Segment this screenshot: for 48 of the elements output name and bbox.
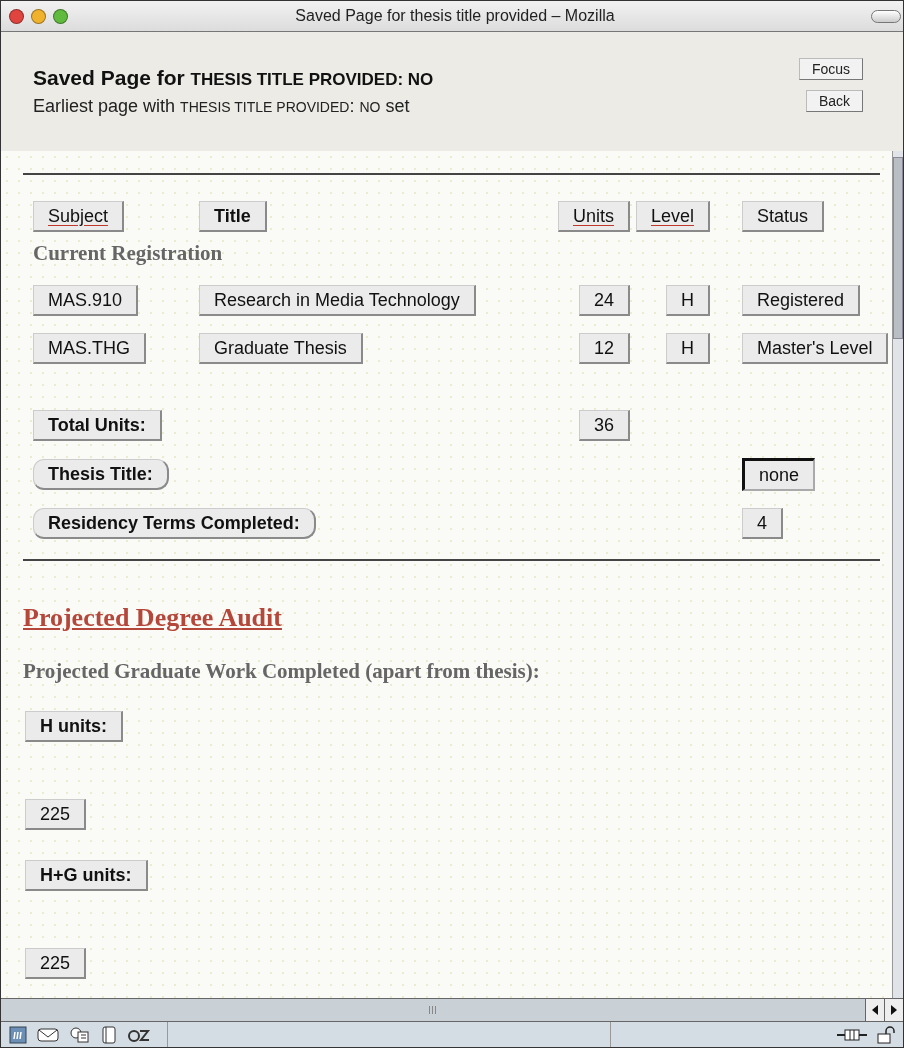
column-sort-button[interactable]: Title: [199, 201, 267, 232]
summary-value[interactable]: none: [742, 458, 816, 491]
audit-label[interactable]: H+G units:: [25, 860, 148, 891]
toolbar-toggle-icon[interactable]: [871, 10, 901, 23]
table-cell[interactable]: Registered: [742, 285, 861, 316]
address-book-icon[interactable]: [101, 1025, 117, 1044]
section-title: Current Registration: [33, 241, 224, 266]
table-cell[interactable]: H: [666, 333, 710, 364]
vertical-scrollbar[interactable]: [892, 151, 903, 998]
summary-value[interactable]: 4: [742, 508, 783, 539]
scroll-left-icon[interactable]: [870, 1004, 880, 1016]
column-sort-button[interactable]: Level: [635, 201, 710, 232]
column-sort-button[interactable]: Subject: [33, 201, 125, 232]
composer-icon[interactable]: [69, 1025, 91, 1044]
page-heading: Saved Page for THESIS TITLE PROVIDED: NO: [33, 66, 434, 90]
table-cell[interactable]: Graduate Thesis: [199, 333, 363, 364]
table-cell[interactable]: Research in Media Technology: [199, 285, 476, 316]
header-button[interactable]: Back: [805, 90, 863, 112]
table-cell[interactable]: H: [666, 285, 710, 316]
header-button[interactable]: Focus: [798, 58, 863, 80]
grip-icon[interactable]: [427, 1005, 439, 1015]
scroll-right-icon[interactable]: [889, 1004, 899, 1016]
summary-label[interactable]: Thesis Title:: [33, 459, 169, 490]
column-sort-button[interactable]: Status: [742, 201, 825, 232]
mail-icon[interactable]: [37, 1026, 59, 1043]
audit-value[interactable]: 225: [25, 948, 87, 979]
table-cell[interactable]: 12: [578, 333, 630, 364]
audit-value[interactable]: 225: [25, 799, 87, 830]
summary-label[interactable]: Total Units:: [33, 410, 162, 441]
window-control-icon[interactable]: [53, 8, 68, 24]
page-subheading: Earliest page with THESIS TITLE PROVIDED: NO set: [33, 96, 411, 117]
window-title: Saved Page for thesis title provided – Mozilla: [295, 7, 616, 25]
connection-icon[interactable]: [837, 1027, 867, 1042]
lock-icon[interactable]: [877, 1025, 895, 1044]
summary-label[interactable]: Residency Terms Completed:: [33, 508, 316, 539]
audit-label[interactable]: H units:: [25, 711, 123, 742]
table-cell[interactable]: MAS.910: [33, 285, 139, 316]
audit-subtitle: Projected Graduate Work Completed (apart from thesis):: [23, 659, 541, 684]
window-control-icon[interactable]: [31, 8, 46, 24]
browser-icon[interactable]: [9, 1025, 27, 1044]
audit-link[interactable]: Projected Degree Audit: [23, 603, 282, 633]
table-cell[interactable]: Master's Level: [742, 333, 889, 364]
table-cell[interactable]: MAS.THG: [33, 333, 146, 364]
column-sort-button[interactable]: Units: [558, 201, 630, 232]
table-cell[interactable]: 24: [578, 285, 630, 316]
horizontal-scrollbar[interactable]: [1, 998, 903, 1022]
summary-value[interactable]: 36: [578, 410, 630, 441]
window-control-icon[interactable]: [9, 8, 24, 24]
